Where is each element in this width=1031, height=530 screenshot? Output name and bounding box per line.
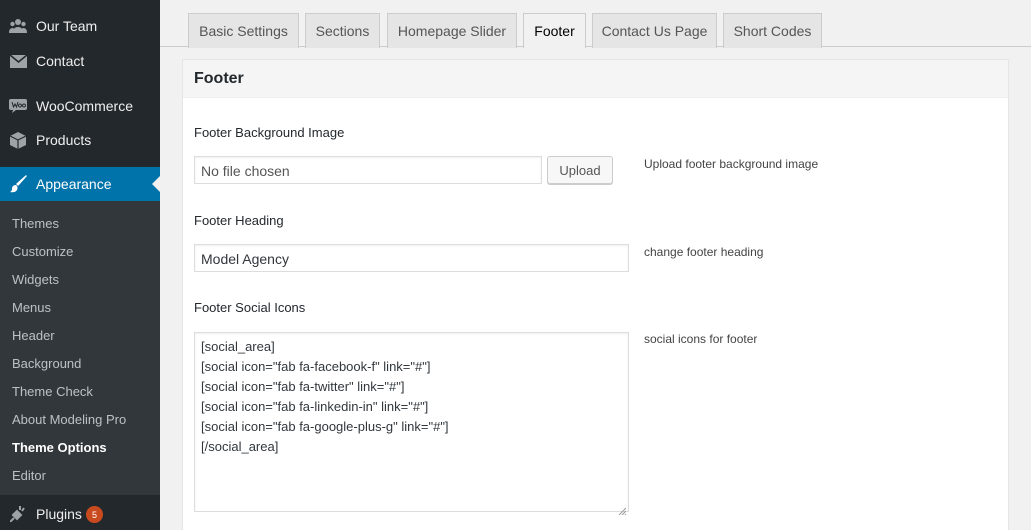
textarea-line: [social icon="fab fa-google-plus-g" link…	[201, 419, 449, 434]
submenu-item-customize[interactable]: Customize	[12, 243, 73, 261]
tab-short-codes[interactable]: Short Codes	[723, 13, 822, 48]
woocommerce-icon	[9, 97, 27, 115]
appearance-submenu: Themes Customize Widgets Menus Header Ba…	[0, 201, 160, 495]
menu-item-our-team[interactable]: Our Team	[0, 9, 160, 43]
footer-social-icons-label: Footer Social Icons	[194, 300, 306, 315]
footer-settings-panel: Footer Footer Background Image No file c…	[182, 59, 1009, 530]
textarea-line: [social icon="fab fa-linkedin-in" link="…	[201, 399, 429, 414]
theme-options-tabs: Basic Settings Sections Homepage Slider …	[160, 0, 1031, 48]
group-icon	[9, 17, 27, 35]
submenu-item-about-modeling-pro[interactable]: About Modeling Pro	[12, 411, 126, 429]
footer-social-icons-desc: social icons for footer	[644, 332, 758, 346]
footer-heading-desc: change footer heading	[644, 245, 764, 259]
panel-title: Footer	[183, 60, 1008, 98]
footer-social-icons-textarea[interactable]: [social_area] [social icon="fab fa-faceb…	[194, 332, 629, 516]
textarea-line: [social icon="fab fa-twitter" link="#"]	[201, 379, 405, 394]
tab-contact-us-page[interactable]: Contact Us Page	[592, 13, 717, 48]
textarea-line: [social_area]	[201, 339, 275, 354]
update-count-badge: 5	[86, 506, 103, 523]
plug-icon	[9, 505, 27, 523]
menu-item-plugins[interactable]: Plugins 5	[0, 497, 160, 530]
submenu-item-widgets[interactable]: Widgets	[12, 271, 59, 289]
menu-label: Products	[36, 132, 92, 148]
footer-bg-image-input[interactable]: No file chosen	[194, 156, 542, 184]
textarea-line: [/social_area]	[201, 439, 279, 454]
menu-item-appearance[interactable]: Appearance	[0, 167, 160, 201]
menu-label: Contact	[36, 53, 85, 69]
admin-sidebar: Our Team Contact WooCommerce Products Ap…	[0, 0, 160, 530]
submenu-item-menus[interactable]: Menus	[12, 299, 51, 317]
footer-bg-image-desc: Upload footer background image	[644, 157, 819, 171]
tab-basic-settings[interactable]: Basic Settings	[188, 13, 299, 48]
paintbrush-icon	[9, 175, 27, 193]
submenu-item-theme-check[interactable]: Theme Check	[12, 383, 93, 401]
textarea-line: [social icon="fab fa-facebook-f" link="#…	[201, 359, 431, 374]
menu-label: Our Team	[36, 18, 98, 34]
footer-heading-input[interactable]: Model Agency	[194, 244, 629, 272]
submenu-item-theme-options[interactable]: Theme Options	[12, 439, 107, 457]
menu-label: Appearance	[36, 176, 112, 192]
submenu-item-themes[interactable]: Themes	[12, 215, 59, 233]
upload-button[interactable]: Upload	[547, 156, 613, 184]
menu-item-woocommerce[interactable]: WooCommerce	[0, 89, 160, 123]
tab-homepage-slider[interactable]: Homepage Slider	[387, 13, 517, 48]
menu-item-contact[interactable]: Contact	[0, 44, 160, 78]
menu-label: Plugins	[36, 506, 82, 522]
submenu-item-background[interactable]: Background	[12, 355, 81, 373]
tab-footer[interactable]: Footer	[523, 13, 586, 48]
envelope-icon	[9, 52, 27, 70]
menu-item-products[interactable]: Products	[0, 123, 160, 157]
box-icon	[9, 131, 27, 149]
tab-sections[interactable]: Sections	[305, 13, 380, 48]
menu-label: WooCommerce	[36, 98, 133, 114]
submenu-item-editor[interactable]: Editor	[12, 467, 46, 485]
submenu-item-header[interactable]: Header	[12, 327, 55, 345]
footer-heading-label: Footer Heading	[194, 213, 284, 228]
resize-handle-icon[interactable]	[618, 501, 627, 516]
footer-bg-image-label: Footer Background Image	[194, 125, 345, 140]
